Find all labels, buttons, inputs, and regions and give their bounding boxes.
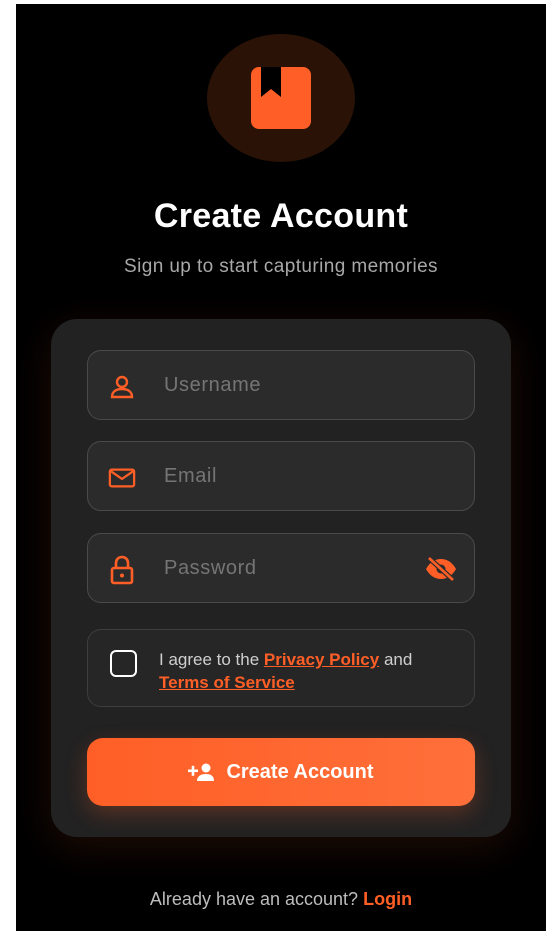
terms-middle: and <box>379 650 413 669</box>
email-field[interactable] <box>87 441 475 511</box>
lock-icon <box>108 555 136 585</box>
add-person-icon <box>188 763 215 781</box>
create-account-label: Create Account <box>226 760 374 783</box>
bookmark-book-icon <box>251 67 311 129</box>
privacy-policy-link[interactable]: Privacy Policy <box>264 650 379 669</box>
page-title: Create Account <box>153 197 409 235</box>
login-prompt-text: Already have an account? <box>149 889 364 909</box>
terms-prefix: I agree to the <box>159 650 264 669</box>
eye-off-icon[interactable] <box>424 554 458 584</box>
username-input[interactable] <box>164 374 444 397</box>
app-logo <box>207 34 355 162</box>
login-prompt: Already have an account? Login <box>16 889 546 910</box>
email-input[interactable] <box>164 465 444 488</box>
page-subtitle: Sign up to start capturing memories <box>124 256 438 277</box>
signup-card: I agree to the Privacy Policy and Terms o… <box>51 319 511 837</box>
username-field[interactable] <box>87 350 475 420</box>
password-field[interactable] <box>87 533 475 603</box>
login-link[interactable]: Login <box>363 889 412 909</box>
create-account-button[interactable]: Create Account <box>87 738 475 806</box>
password-input[interactable] <box>164 557 404 580</box>
terms-checkbox[interactable] <box>110 650 137 677</box>
signup-screen: Create Account Sign up to start capturin… <box>16 4 546 931</box>
mail-icon <box>108 464 136 492</box>
terms-of-service-link[interactable]: Terms of Service <box>159 673 295 692</box>
terms-text: I agree to the Privacy Policy and Terms o… <box>159 648 459 694</box>
person-icon <box>108 373 136 401</box>
terms-agreement: I agree to the Privacy Policy and Terms o… <box>87 629 475 707</box>
